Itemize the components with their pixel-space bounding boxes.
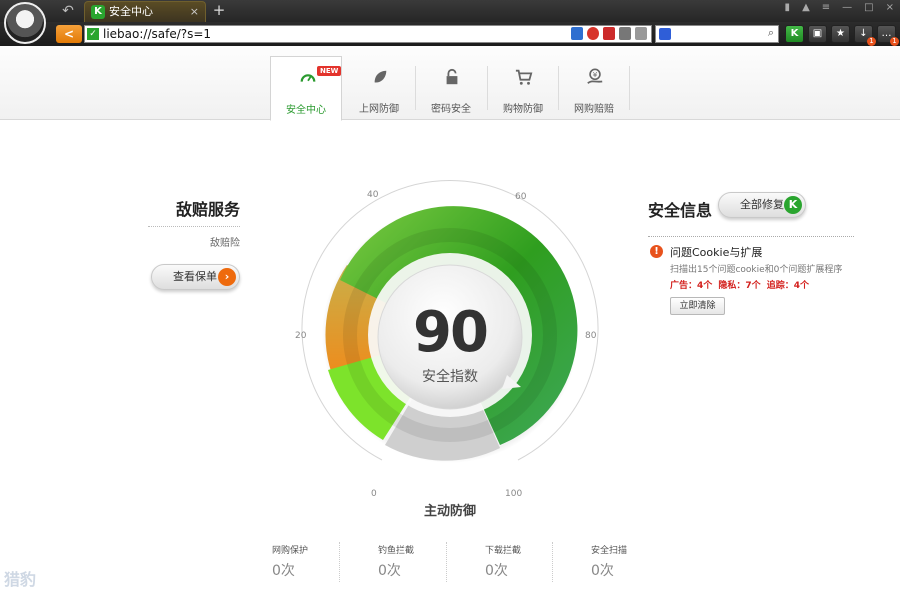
tab-label: 密码安全 (431, 104, 471, 115)
button-label: 查看保单 (173, 270, 217, 283)
search-box[interactable]: ⌕ (655, 25, 779, 43)
extension-icon[interactable] (571, 27, 583, 40)
stat-value: 0次 (485, 563, 508, 579)
divider (648, 236, 854, 237)
download-icon[interactable]: ↓ 1 (854, 25, 876, 46)
view-policy-button[interactable]: 查看保单 › (151, 264, 240, 290)
back-button[interactable]: < (56, 25, 82, 43)
toolbar: K ▣ ★ ↓ 1 … 1 (785, 25, 899, 46)
compensation-title: 敌赔服务 (175, 200, 240, 219)
download-badge: 1 (867, 37, 876, 46)
adblock-icon[interactable] (603, 27, 615, 40)
navigation-bar: < ✓ liebao://safe/?s=1 ⌕ K ▣ ★ ↓ 1 … 1 (0, 22, 900, 46)
arrow-right-icon: › (218, 268, 236, 286)
tab-close-icon[interactable]: × (190, 2, 199, 21)
stat-label: 下载拦截 (485, 546, 522, 556)
maximize-button[interactable]: □ (864, 2, 873, 13)
user-avatar[interactable] (4, 2, 46, 44)
address-bar-icons (571, 27, 647, 40)
shirt-icon[interactable]: ▲ (802, 2, 810, 13)
gauge-tick: 60 (515, 192, 527, 202)
watermark-logo: 猎豹 (4, 570, 37, 589)
tab-label: 网购赔赔 (574, 104, 614, 115)
address-bar[interactable]: ✓ liebao://safe/?s=1 (84, 25, 652, 43)
tab-label: 安全中心 (286, 105, 326, 116)
warning-icon: ! (650, 245, 663, 258)
window-controls: ▮ ▲ ≡ — □ × (785, 2, 894, 13)
liebao-k-icon: K (784, 196, 802, 214)
gauge-tick: 20 (295, 331, 307, 341)
tab-password-safety[interactable]: 密码安全 (415, 56, 487, 120)
divider (446, 542, 447, 582)
stat-value: 0次 (272, 563, 295, 579)
new-badge: NEW (317, 66, 342, 76)
tab-safety-center[interactable]: NEW 安全中心 (270, 56, 342, 121)
stat-value: 0次 (591, 563, 614, 579)
menu-icon[interactable]: ≡ (822, 2, 830, 13)
gauge-tick: 40 (367, 190, 379, 200)
title-bar: ↶ K 安全中心 × + ▮ ▲ ≡ — □ × (0, 0, 900, 22)
weibo-icon[interactable] (587, 27, 599, 40)
compensation-subtitle: 敌赔险 (210, 238, 240, 249)
divider (552, 542, 553, 582)
gauge-tick: 0 (371, 489, 377, 499)
issue-title: 问题Cookie与扩展 (670, 246, 763, 259)
more-icon[interactable]: … 1 (877, 25, 899, 46)
more-badge: 1 (890, 37, 899, 46)
feature-tabs: NEW 安全中心 上网防御 密码安全 购物防御 ¥ 网购赔赔 (0, 46, 900, 121)
security-score: 90 (413, 300, 489, 365)
tab-shopping-defense[interactable]: 购物防御 (487, 56, 559, 120)
skin-icon[interactable]: ▮ (785, 2, 791, 13)
security-score-label: 安全指数 (422, 369, 478, 385)
security-info-title: 安全信息 (648, 201, 713, 220)
issue-description: 扫描出15个问题cookie和0个问题扩展程序 (670, 265, 843, 275)
secure-check-icon: ✓ (87, 28, 99, 40)
tab-label: 上网防御 (359, 104, 399, 115)
browser-tab[interactable]: K 安全中心 × (84, 1, 206, 22)
tab-label: 购物防御 (503, 104, 543, 115)
divider (148, 226, 240, 227)
divider (339, 542, 340, 582)
liebao-button[interactable]: K (785, 25, 804, 43)
close-button[interactable]: × (886, 2, 894, 13)
star-icon[interactable] (619, 27, 631, 40)
baidu-paw-icon[interactable] (659, 28, 671, 40)
tab-shopping-compensation[interactable]: ¥ 网购赔赔 (558, 56, 630, 120)
star-icon[interactable]: ★ (831, 25, 850, 43)
stat-label: 安全扫描 (591, 546, 628, 556)
search-icon[interactable]: ⌕ (768, 26, 774, 40)
issue-stats: 广告：4个 隐私：7个 追踪：4个 (670, 281, 810, 291)
address-text: liebao://safe/?s=1 (103, 27, 212, 41)
gauge-tick: 100 (505, 489, 523, 499)
history-back-icon[interactable]: ↶ (58, 2, 78, 20)
tab-divider (629, 66, 630, 110)
new-tab-button[interactable]: + (210, 1, 228, 21)
active-defense-label: 主动防御 (423, 504, 476, 519)
stat-security-scan: 安全扫描 0次 (591, 543, 671, 580)
leaf-shield-icon (374, 70, 387, 83)
svg-text:¥: ¥ (593, 70, 598, 79)
fix-all-button[interactable]: 全部修复 K (718, 192, 806, 218)
lock-icon[interactable]: ▣ (808, 25, 827, 43)
stat-download-block: 下载拦截 0次 (485, 543, 565, 580)
button-label: 全部修复 (740, 198, 784, 211)
speedometer-icon (300, 74, 316, 82)
minimize-button[interactable]: — (842, 2, 852, 13)
refresh-icon[interactable] (635, 27, 647, 40)
clear-now-button[interactable]: 立即清除 (670, 297, 725, 315)
money-hand-icon: ¥ (587, 68, 603, 84)
tab-web-defense[interactable]: 上网防御 (343, 56, 415, 120)
stat-shopping-protection: 网购保护 0次 (272, 543, 352, 580)
gauge-tick: 80 (585, 331, 597, 341)
liebao-k-icon: K (91, 5, 105, 19)
lock-icon (446, 68, 458, 85)
stat-label: 网购保护 (272, 546, 309, 556)
cart-icon (515, 69, 533, 85)
tab-title: 安全中心 (109, 5, 153, 18)
